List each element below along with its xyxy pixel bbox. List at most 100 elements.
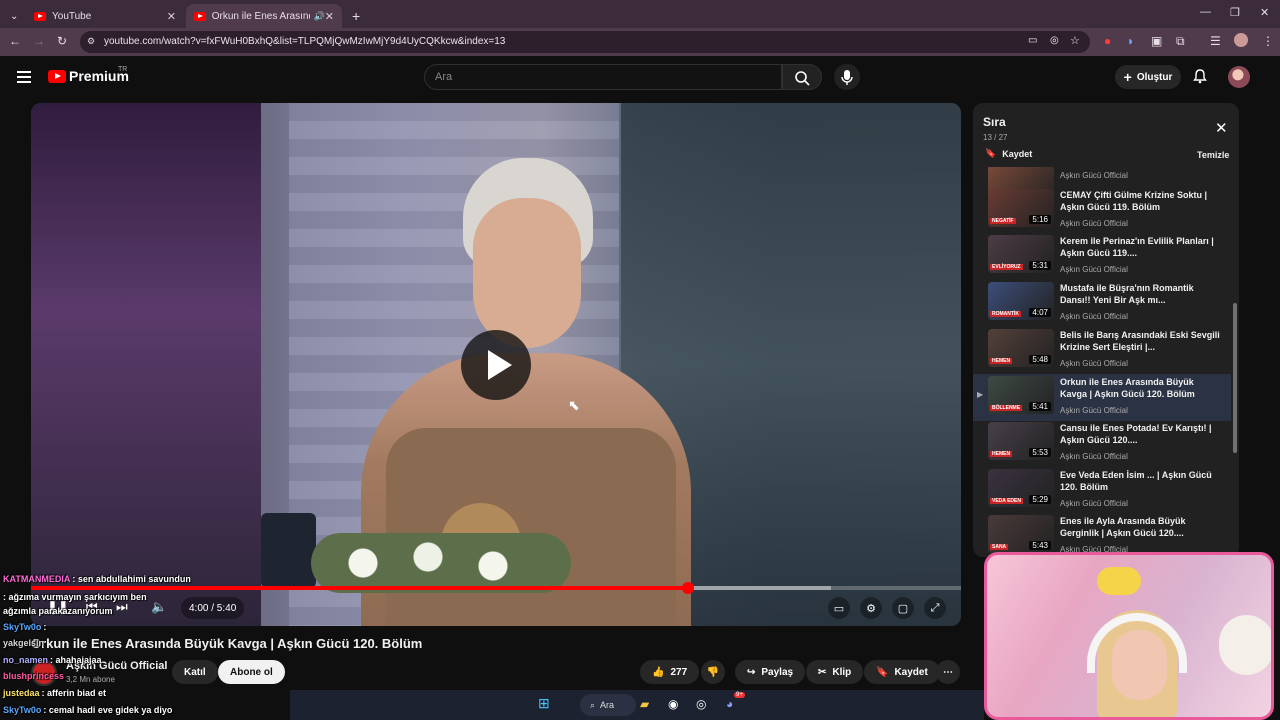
profile-avatar[interactable] [1234, 33, 1248, 47]
playlist-scrollbar[interactable] [1233, 303, 1237, 453]
pause-icon[interactable]: ❚❚ [47, 599, 69, 615]
file-explorer-icon[interactable]: ▰ [640, 697, 649, 711]
save-label: Kaydet [894, 666, 928, 678]
playlist-item[interactable]: EVLİYORUZ 5:31 Kerem ile Perinaz'ın Evlili… [973, 233, 1231, 280]
voice-search-button[interactable] [834, 64, 860, 90]
next-icon[interactable]: ⏭ [116, 599, 128, 615]
playlist-thumbnail[interactable]: SANA 5:43 [988, 515, 1054, 553]
windows-start-icon[interactable]: ⊞ [538, 695, 550, 712]
close-tab-icon[interactable]: ✕ [167, 10, 176, 23]
settings-gear-icon[interactable]: ⚙ [860, 597, 882, 619]
create-button[interactable]: + Oluştur [1115, 65, 1181, 89]
playlist-thumbnail[interactable]: EVLİYORUZ 5:31 [988, 235, 1054, 273]
fullscreen-icon[interactable]: ⤢ [924, 597, 946, 619]
join-button[interactable]: Katıl [172, 660, 218, 684]
playlist-item-title: Cansu ile Enes Potada! Ev Karıştı! | Aşk… [1060, 423, 1212, 445]
app-icon[interactable]: ◎ [696, 697, 706, 711]
channel-name[interactable]: Aşkın Gücü Official [66, 660, 167, 672]
youtube-favicon-icon [34, 11, 46, 21]
webcam-plush-toy [1219, 615, 1271, 675]
playlist-thumbnail[interactable]: HEMEN 5:48 [988, 329, 1054, 367]
extension-icon[interactable]: ▣ [1151, 34, 1162, 48]
save-button[interactable]: 🔖 Kaydet [864, 660, 940, 684]
close-tab-icon[interactable]: ✕ [325, 10, 334, 23]
extension-blue-icon[interactable]: ◗ [1127, 34, 1134, 48]
playlist-item[interactable]: ROMANTİK 4:07 Mustafa ile Büşra'nın Romant… [973, 280, 1231, 327]
playlist-item[interactable]: HEMEN 5:48 Belis ile Barış Arasındaki Eski… [973, 327, 1231, 374]
tab-search-dropdown[interactable]: ⌄ [2, 4, 24, 28]
playlist-clear-button[interactable]: Temizle [1197, 150, 1229, 160]
tab-youtube[interactable]: YouTube ✕ [26, 4, 184, 28]
subscribe-button[interactable]: Abone ol [218, 660, 285, 684]
video-player[interactable]: ⬉ ❚❚ ⏮ ⏭ 🔈 4:00 / 5:40 ▭ ⚙ ▢ ⤢ [31, 103, 961, 626]
playlist-item-channel: Aşkın Gücü Official [1060, 499, 1128, 508]
playlist-item-title: Kerem ile Perinaz'ın Evlilik Planları | … [1060, 236, 1214, 258]
more-horizontal-icon: ⋯ [943, 666, 953, 678]
channel-avatar[interactable] [31, 660, 57, 686]
previous-icon[interactable]: ⏮ [86, 599, 98, 615]
reload-icon[interactable]: ↻ [57, 34, 67, 48]
account-avatar[interactable] [1228, 66, 1250, 88]
new-tab-button[interactable]: + [344, 4, 364, 28]
notifications-bell-icon[interactable] [1192, 68, 1208, 87]
puzzle-icon[interactable]: ⧉ [1176, 34, 1185, 49]
share-button[interactable]: ↪ Paylaş [735, 660, 806, 684]
reading-list-icon[interactable]: ☰ [1210, 34, 1221, 48]
restore-icon[interactable]: ❐ [1230, 6, 1240, 19]
playlist-item[interactable]: HEMEN 5:53 Cansu ile Enes Potada! Ev Karış… [973, 420, 1231, 467]
playlist-item[interactable]: SANA 5:43 Enes ile Ayla Arasında Büyük Ger… [973, 513, 1231, 557]
video-frame-mug [261, 513, 316, 588]
playlist-item[interactable]: NEGATİF 5:16 CEMAY Çifti Gülme Krizine Sok… [973, 187, 1231, 234]
site-info-icon[interactable]: ⚙ [87, 36, 95, 47]
dislike-button[interactable]: 👎 [701, 660, 725, 684]
window-close-icon[interactable]: ✕ [1260, 6, 1269, 19]
cast-icon[interactable]: ▭ [1028, 35, 1037, 46]
playlist-position: 13 / 27 [983, 133, 1008, 142]
playlist-item[interactable]: VEDA EDEN 5:29 Eve Veda Eden İsim ... | Aş… [973, 467, 1231, 514]
kebab-menu-icon[interactable]: ⋮ [1262, 34, 1274, 48]
chrome-icon[interactable]: ◉ [668, 697, 678, 711]
subscribe-label: Abone ol [230, 666, 273, 678]
subtitles-icon[interactable]: ▭ [828, 597, 850, 619]
forward-arrow-icon[interactable]: → [33, 34, 45, 48]
theater-mode-icon[interactable]: ▢ [892, 597, 914, 619]
playlist-item-channel: Aşkın Gücü Official [1060, 265, 1128, 274]
share-arrow-icon: ↪ [747, 666, 756, 678]
video-title: Orkun ile Enes Arasında Büyük Kavga | Aş… [31, 636, 423, 651]
hamburger-menu-icon[interactable] [17, 71, 31, 83]
clip-label: Klip [832, 666, 852, 678]
back-arrow-icon[interactable]: ← [9, 34, 21, 48]
bookmark-star-icon[interactable]: ☆ [1070, 34, 1080, 47]
search-button[interactable] [782, 64, 822, 90]
chevron-down-icon: ⌄ [10, 10, 19, 22]
progress-bar[interactable] [31, 582, 961, 594]
large-play-button[interactable] [461, 330, 531, 400]
like-button[interactable]: 👍 277 [640, 660, 700, 684]
eye-slash-icon[interactable]: ◎ [1050, 35, 1059, 46]
playlist-thumbnail[interactable]: VEDA EDEN 5:29 [988, 469, 1054, 507]
playlist-item[interactable]: ▶ BÖLLENME 5:41 Orkun ile Enes Arasında Büy… [973, 374, 1231, 421]
tab-current-video[interactable]: Orkun ile Enes Arasında Bü 🔊 ✕ [186, 4, 342, 28]
extension-red-icon[interactable]: ● [1104, 34, 1111, 48]
chat-text: : cemal hadi eve gidek ya diyo [43, 705, 173, 715]
speaker-icon[interactable]: 🔊 [314, 11, 325, 22]
playlist-thumbnail[interactable]: ROMANTİK 4:07 [988, 282, 1054, 320]
thumbs-down-icon: 👎 [706, 666, 720, 678]
search-box [424, 64, 782, 90]
video-frame-person-face [473, 198, 581, 348]
discord-icon[interactable]: ◕ [726, 697, 733, 711]
playlist-thumbnail[interactable]: BÖLLENME 5:41 [988, 376, 1054, 414]
search-input[interactable] [435, 71, 765, 83]
taskbar-search[interactable]: ⌕ Ara [580, 694, 636, 716]
minimize-icon[interactable]: — [1200, 6, 1211, 18]
clip-button[interactable]: ✂ Klip [806, 660, 864, 684]
youtube-logo-icon[interactable] [48, 70, 66, 83]
playlist-thumbnail[interactable]: HEMEN 5:53 [988, 422, 1054, 460]
more-actions-button[interactable]: ⋯ [936, 660, 960, 684]
playlist-save-button[interactable]: 🔖 Kaydet [985, 148, 1032, 159]
close-playlist-icon[interactable]: ✕ [1215, 119, 1228, 137]
address-bar[interactable]: ⚙ youtube.com/watch?v=fxFWuH0BxhQ&list=T… [80, 31, 1090, 53]
volume-icon[interactable]: 🔈 [151, 599, 167, 615]
playlist-thumbnail[interactable]: NEGATİF 5:16 [988, 189, 1054, 227]
played-bar [31, 586, 688, 590]
